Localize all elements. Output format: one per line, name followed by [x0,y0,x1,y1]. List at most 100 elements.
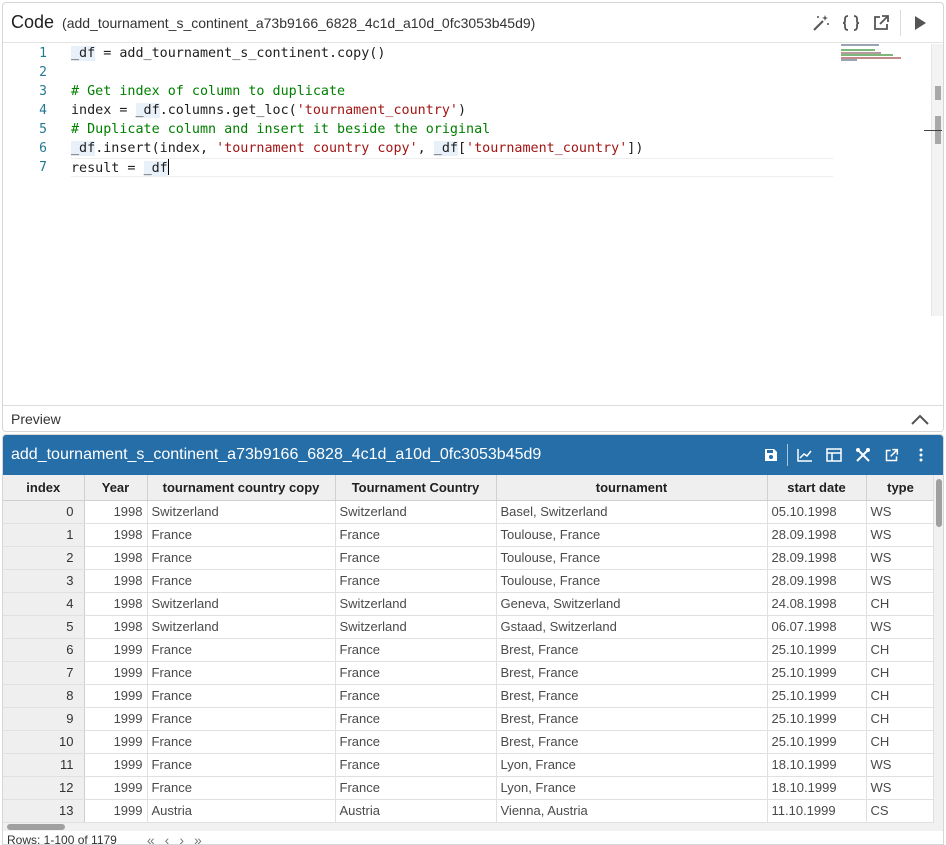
cell-tournament[interactable]: Lyon, France [496,753,768,777]
prev-page-button[interactable]: ‹ [165,833,170,844]
cell-tournament[interactable]: Brest, France [496,638,768,662]
cell-year[interactable]: 1999 [84,684,148,708]
cell-tournament[interactable]: Brest, France [496,661,768,685]
cell-tournament-country[interactable]: France [335,684,497,708]
cell-start-date[interactable]: 05.10.1998 [767,500,867,524]
cell-tournament[interactable]: Toulouse, France [496,523,768,547]
table-row[interactable]: 7 1999 France France Brest, France 25.10.1999… [3,661,936,685]
cell-start-date[interactable]: 24.08.1998 [767,592,867,616]
cell-tournament-country-copy[interactable]: France [147,707,336,731]
cell-tournament[interactable]: Geneva, Switzerland [496,592,768,616]
cell-tournament-country-copy[interactable]: France [147,546,336,570]
open-external-icon[interactable] [877,440,906,470]
cell-year[interactable]: 1998 [84,569,148,593]
cell-tournament-country[interactable]: France [335,569,497,593]
cell-tournament[interactable]: Vienna, Austria [496,799,768,823]
cell-tournament[interactable]: Gstaad, Switzerland [496,615,768,639]
cell-start-date[interactable]: 11.10.1999 [767,799,867,823]
cell-tournament[interactable]: Toulouse, France [496,569,768,593]
cell-start-date[interactable]: 18.10.1999 [767,753,867,777]
cell-year[interactable]: 1998 [84,546,148,570]
column-header-start-date[interactable]: start date [767,475,867,501]
cell-type[interactable]: CH [866,707,936,731]
cell-index[interactable]: 9 [3,707,85,731]
table-row[interactable]: 12 1999 France France Lyon, France 18.10.1999… [3,776,936,800]
cell-tournament-country[interactable]: France [335,707,497,731]
table-row[interactable]: 4 1998 Switzerland Switzerland Geneva, Switz… [3,592,936,616]
cell-start-date[interactable]: 28.09.1998 [767,569,867,593]
cell-tournament-country[interactable]: Switzerland [335,615,497,639]
table-row[interactable]: 9 1999 France France Brest, France 25.10.1999… [3,707,936,731]
cell-tournament[interactable]: Brest, France [496,707,768,731]
chevron-up-icon[interactable] [905,404,935,431]
column-header-tournament[interactable]: tournament [496,475,768,501]
cell-tournament-country[interactable]: France [335,523,497,547]
cell-type[interactable]: CH [866,661,936,685]
cell-tournament-country[interactable]: Switzerland [335,500,497,524]
cell-year[interactable]: 1998 [84,523,148,547]
cell-year[interactable]: 1999 [84,730,148,754]
cell-type[interactable]: CS [866,799,936,823]
cell-tournament[interactable]: Basel, Switzerland [496,500,768,524]
cell-index[interactable]: 0 [3,500,85,524]
cell-type[interactable]: CH [866,684,936,708]
cell-type[interactable]: WS [866,500,936,524]
cell-index[interactable]: 4 [3,592,85,616]
cell-type[interactable]: WS [866,776,936,800]
cell-tournament-country[interactable]: France [335,661,497,685]
magic-wand-icon[interactable] [806,8,836,38]
cell-tournament-country-copy[interactable]: Austria [147,799,336,823]
cell-year[interactable]: 1998 [84,592,148,616]
cell-tournament[interactable]: Brest, France [496,684,768,708]
run-icon[interactable] [905,8,935,38]
table-view-icon[interactable] [819,440,848,470]
cell-year[interactable]: 1999 [84,776,148,800]
cell-tournament-country-copy[interactable]: France [147,523,336,547]
cell-year[interactable]: 1998 [84,615,148,639]
grid-vertical-scrollbar[interactable] [933,475,943,823]
cell-type[interactable]: CH [866,592,936,616]
cell-start-date[interactable]: 25.10.1999 [767,661,867,685]
save-icon[interactable] [756,440,785,470]
cell-tournament[interactable]: Toulouse, France [496,546,768,570]
cell-index[interactable]: 11 [3,753,85,777]
cell-index[interactable]: 8 [3,684,85,708]
cell-year[interactable]: 1999 [84,661,148,685]
cell-start-date[interactable]: 06.07.1998 [767,615,867,639]
cell-type[interactable]: CH [866,638,936,662]
cell-tournament-country[interactable]: France [335,730,497,754]
cell-index[interactable]: 1 [3,523,85,547]
column-header-tournament-country[interactable]: Tournament Country [335,475,497,501]
cell-index[interactable]: 5 [3,615,85,639]
code-minimap[interactable] [841,44,931,61]
column-header-tournament-country-copy[interactable]: tournament country copy [147,475,336,501]
grid-horizontal-scrollbar[interactable] [3,823,943,831]
code-editor[interactable]: 1 2 3 4 5 6 7 _df = add_tournament_s_con… [3,44,943,404]
grid-vertical-scroll-thumb[interactable] [936,479,942,527]
table-row[interactable]: 11 1999 France France Lyon, France 18.10.1999… [3,753,936,777]
cell-index[interactable]: 10 [3,730,85,754]
preview-bar[interactable]: Preview [3,404,943,431]
table-row[interactable]: 8 1999 France France Brest, France 25.10.1999… [3,684,936,708]
table-row[interactable]: 5 1998 Switzerland Switzerland Gstaad, Switz… [3,615,936,639]
cell-tournament-country-copy[interactable]: France [147,730,336,754]
cell-start-date[interactable]: 25.10.1999 [767,684,867,708]
table-row[interactable]: 3 1998 France France Toulouse, France 28.09.1… [3,569,936,593]
cell-tournament-country-copy[interactable]: France [147,638,336,662]
cell-tournament-country-copy[interactable]: France [147,569,336,593]
cell-index[interactable]: 6 [3,638,85,662]
cell-year[interactable]: 1999 [84,638,148,662]
cell-start-date[interactable]: 25.10.1999 [767,707,867,731]
cell-tournament[interactable]: Lyon, France [496,776,768,800]
cell-start-date[interactable]: 18.10.1999 [767,776,867,800]
cell-tournament-country[interactable]: Austria [335,799,497,823]
cell-tournament-country-copy[interactable]: France [147,753,336,777]
cell-tournament-country-copy[interactable]: France [147,684,336,708]
cell-year[interactable]: 1998 [84,500,148,524]
cell-start-date[interactable]: 28.09.1998 [767,546,867,570]
cell-tournament-country[interactable]: France [335,638,497,662]
grid-horizontal-scroll-thumb[interactable] [7,824,65,830]
cell-type[interactable]: WS [866,753,936,777]
table-row[interactable]: 10 1999 France France Brest, France 25.10.199… [3,730,936,754]
table-row[interactable]: 0 1998 Switzerland Switzerland Basel, Switze… [3,500,936,524]
